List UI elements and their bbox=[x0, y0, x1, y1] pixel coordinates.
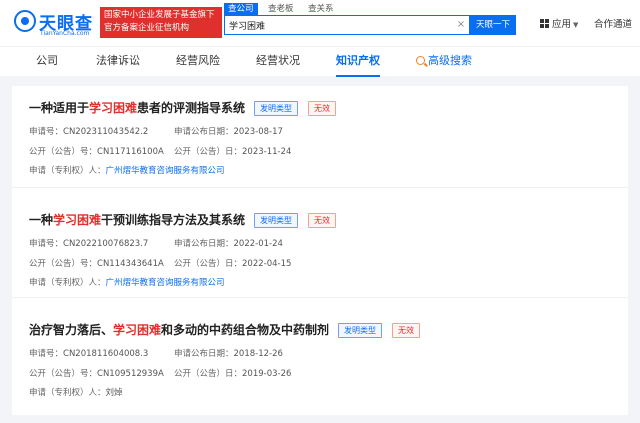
application-date: 申请公布日期：2023-08-17 bbox=[174, 126, 283, 138]
site-header: 天眼查 TianYanCha.com 国家中小企业发展子基金旗下 官方备案企业征… bbox=[0, 0, 640, 46]
title-highlight: 学习困难 bbox=[53, 213, 102, 227]
badge-line-2: 官方备案企业征信机构 bbox=[104, 23, 190, 33]
result-title[interactable]: 一种学习困难干预训练指导方法及其系统 bbox=[29, 212, 245, 228]
apps-menu[interactable]: 应用 ▼ bbox=[540, 17, 578, 33]
type-badge: 发明类型 bbox=[254, 101, 298, 116]
label: 申请号： bbox=[29, 127, 64, 137]
chevron-down-icon: ▼ bbox=[573, 21, 579, 29]
publication-date: 公开（公告）日：2022-04-15 bbox=[174, 258, 291, 270]
nav-risk[interactable]: 经营风险 bbox=[176, 47, 220, 77]
advanced-search-label: 高级搜索 bbox=[428, 54, 472, 67]
publication-number: 公开（公告）号：CN117116100A bbox=[29, 146, 164, 158]
label: 公开（公告）日： bbox=[174, 147, 243, 157]
category-nav: 公司 法律诉讼 经营风险 经营状况 知识产权 高级搜索 bbox=[0, 46, 640, 77]
applicant-link[interactable]: 广州熠华教育咨询服务有限公司 bbox=[106, 166, 225, 176]
label: 申请公布日期： bbox=[174, 349, 234, 359]
search-box: × bbox=[224, 15, 470, 35]
value: CN117116100A bbox=[97, 147, 164, 157]
application-date: 申请公布日期：2018-12-26 bbox=[174, 348, 283, 360]
grid-icon bbox=[540, 19, 549, 28]
nav-ip[interactable]: 知识产权 bbox=[336, 47, 380, 77]
label: 公开（公告）号： bbox=[29, 369, 98, 379]
publication-number: 公开（公告）号：CN114343641A bbox=[29, 258, 164, 270]
search-icon bbox=[416, 56, 425, 65]
logo-domain: TianYanCha.com bbox=[40, 30, 90, 37]
value: 2018-12-26 bbox=[233, 349, 283, 359]
title-text: 一种 bbox=[29, 213, 54, 227]
publication-date: 公开（公告）日：2023-11-24 bbox=[174, 146, 291, 158]
label: 申请公布日期： bbox=[174, 127, 234, 137]
title-highlight: 学习困难 bbox=[89, 101, 138, 115]
value: CN114343641A bbox=[97, 259, 164, 269]
tab-search-boss[interactable]: 查老板 bbox=[264, 3, 298, 15]
list-item[interactable]: 一种适用于学习困难患者的评测指导系统 发明类型 无效 申请号：CN2023110… bbox=[12, 86, 628, 188]
title-text: 治疗智力落后、 bbox=[29, 323, 114, 337]
label: 申请（专利权）人： bbox=[29, 278, 106, 288]
label: 申请（专利权）人： bbox=[29, 166, 106, 176]
eye-logo-icon bbox=[14, 10, 36, 32]
status-badge: 无效 bbox=[308, 101, 336, 116]
value: CN201811604008.3 bbox=[63, 349, 149, 359]
value: 2022-04-15 bbox=[242, 259, 292, 269]
publication-number: 公开（公告）号：CN109512939A bbox=[29, 368, 164, 380]
nav-advanced-search[interactable]: 高级搜索 bbox=[416, 47, 472, 77]
label: 申请号： bbox=[29, 239, 64, 249]
label: 申请公布日期： bbox=[174, 239, 234, 249]
label: 公开（公告）号： bbox=[29, 147, 98, 157]
search-button[interactable]: 天眼一下 bbox=[470, 15, 516, 35]
tab-search-relation[interactable]: 查关系 bbox=[304, 3, 338, 15]
value: CN202210076823.7 bbox=[63, 239, 149, 249]
label: 公开（公告）日： bbox=[174, 369, 243, 379]
results-list: 一种适用于学习困难患者的评测指导系统 发明类型 无效 申请号：CN2023110… bbox=[12, 86, 628, 415]
type-badge: 发明类型 bbox=[338, 323, 382, 338]
logo[interactable]: 天眼查 TianYanCha.com bbox=[14, 8, 98, 38]
applicant: 申请（专利权）人：刘焯 bbox=[29, 387, 123, 399]
applicant: 申请（专利权）人：广州熠华教育咨询服务有限公司 bbox=[29, 165, 225, 177]
value: 2019-03-26 bbox=[242, 369, 292, 379]
nav-legal[interactable]: 法律诉讼 bbox=[96, 47, 140, 77]
result-title[interactable]: 治疗智力落后、学习困难和多动的中药组合物及中药制剂 bbox=[29, 322, 329, 338]
badge-line-1: 国家中小企业发展子基金旗下 bbox=[104, 10, 215, 20]
applicant: 申请（专利权）人：广州熠华教育咨询服务有限公司 bbox=[29, 277, 225, 289]
title-text: 干预训练指导方法及其系统 bbox=[101, 213, 246, 227]
application-number: 申请号：CN202311043542.2 bbox=[29, 126, 148, 138]
status-badge: 无效 bbox=[308, 213, 336, 228]
title-highlight: 学习困难 bbox=[113, 323, 162, 337]
apps-label: 应用 bbox=[552, 19, 572, 30]
label: 申请（专利权）人： bbox=[29, 388, 106, 398]
search-input[interactable] bbox=[229, 18, 449, 32]
value: CN109512939A bbox=[97, 369, 164, 379]
title-text: 一种适用于 bbox=[29, 101, 90, 115]
type-badge: 发明类型 bbox=[254, 213, 298, 228]
label: 公开（公告）号： bbox=[29, 259, 98, 269]
tab-search-company[interactable]: 查公司 bbox=[224, 3, 258, 15]
list-item[interactable]: 一种学习困难干预训练指导方法及其系统 发明类型 无效 申请号：CN2022100… bbox=[12, 188, 628, 298]
list-item[interactable]: 治疗智力落后、学习困难和多动的中药组合物及中药制剂 发明类型 无效 申请号：CN… bbox=[12, 298, 628, 415]
title-text: 和多动的中药组合物及中药制剂 bbox=[161, 323, 330, 337]
value: 2023-08-17 bbox=[233, 127, 283, 137]
value: 2023-11-24 bbox=[242, 147, 292, 157]
result-title[interactable]: 一种适用于学习困难患者的评测指导系统 bbox=[29, 100, 245, 116]
partner-link[interactable]: 合作通道 bbox=[594, 17, 632, 33]
official-badge: 国家中小企业发展子基金旗下 官方备案企业征信机构 bbox=[100, 7, 222, 38]
label: 公开（公告）日： bbox=[174, 259, 243, 269]
status-badge: 无效 bbox=[392, 323, 420, 338]
label: 申请号： bbox=[29, 349, 64, 359]
clear-icon[interactable]: × bbox=[455, 19, 467, 31]
application-number: 申请号：CN201811604008.3 bbox=[29, 348, 148, 360]
nav-operations[interactable]: 经营状况 bbox=[256, 47, 300, 77]
nav-company[interactable]: 公司 bbox=[36, 47, 58, 77]
applicant-link[interactable]: 广州熠华教育咨询服务有限公司 bbox=[106, 278, 225, 288]
application-number: 申请号：CN202210076823.7 bbox=[29, 238, 148, 250]
title-text: 患者的评测指导系统 bbox=[137, 101, 246, 115]
publication-date: 公开（公告）日：2019-03-26 bbox=[174, 368, 291, 380]
value: CN202311043542.2 bbox=[63, 127, 149, 137]
value: 2022-01-24 bbox=[233, 239, 283, 249]
applicant-name: 刘焯 bbox=[105, 388, 123, 398]
application-date: 申请公布日期：2022-01-24 bbox=[174, 238, 283, 250]
